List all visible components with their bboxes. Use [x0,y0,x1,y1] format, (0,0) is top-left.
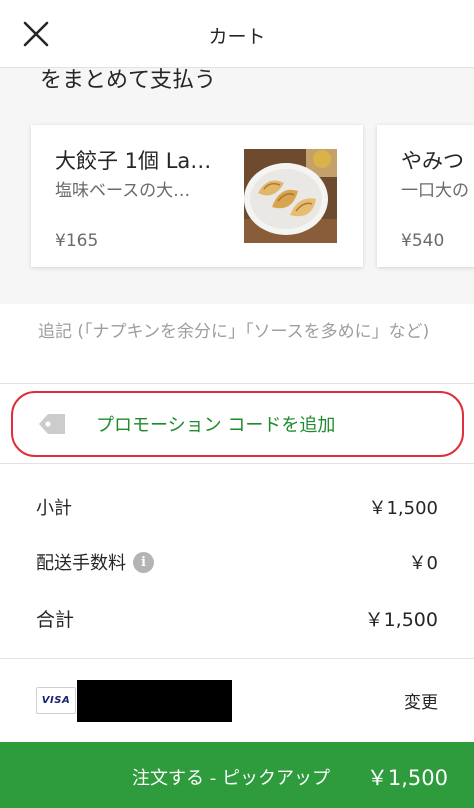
note-field[interactable]: 追記 (「ナプキンを余分に」「ソースを多めに」など) [0,304,474,384]
item-name: やみつ [401,149,464,173]
header-bar: カート [0,0,474,68]
total-row: 合計 ￥1,500 [36,603,438,633]
order-price: ￥1,500 [366,766,448,790]
redacted-card-number [77,680,232,722]
info-icon[interactable]: i [133,551,154,573]
promo-section: プロモーション コードを追加 [0,384,474,464]
note-placeholder: 追記 (「ナプキンを余分に」「ソースを多めに」など) [38,322,430,342]
page-title: カート [208,26,266,48]
add-promo-code-button[interactable]: プロモーション コードを追加 [36,406,335,442]
item-name: 大餃子 1個 La… [55,149,212,173]
upsell-card[interactable]: やみつ 一口大の ¥540 [377,125,474,267]
tag-icon [39,414,65,434]
item-image [244,149,337,243]
delivery-fee-value: ￥0 [408,553,438,574]
upsell-title: をまとめて支払う [40,68,217,93]
subtotal-label: 小計 [36,498,72,519]
item-description: 一口大の [401,181,469,201]
payment-method-row: VISA 変更 [0,660,474,742]
delivery-fee-label: 配送手数料 [36,553,126,574]
promo-label: プロモーション コードを追加 [96,415,336,436]
change-payment-button[interactable]: 変更 [404,688,438,713]
upsell-section: をまとめて支払う 大餃子 1個 La… 塩味ベースの大… ¥165 やみつ 一口… [0,68,474,304]
subtotal-value: ￥1,500 [368,498,438,519]
card-brand: VISA [41,695,71,706]
upsell-card[interactable]: 大餃子 1個 La… 塩味ベースの大… ¥165 [31,125,363,267]
delivery-fee-row: 配送手数料 i ￥0 [36,547,438,577]
total-value: ￥1,500 [364,608,438,631]
total-label: 合計 [36,608,75,631]
order-label: 注文する - ピックアップ [132,768,330,789]
place-order-button[interactable]: 注文する - ピックアップ ￥1,500 [0,742,474,808]
subtotal-row: 小計 ￥1,500 [36,492,438,522]
price-summary: 小計 ￥1,500 配送手数料 i ￥0 合計 ￥1,500 [0,465,474,659]
item-price: ¥165 [55,231,99,251]
visa-card-icon: VISA [36,687,76,714]
item-description: 塩味ベースの大… [55,181,191,201]
item-price: ¥540 [401,231,445,251]
